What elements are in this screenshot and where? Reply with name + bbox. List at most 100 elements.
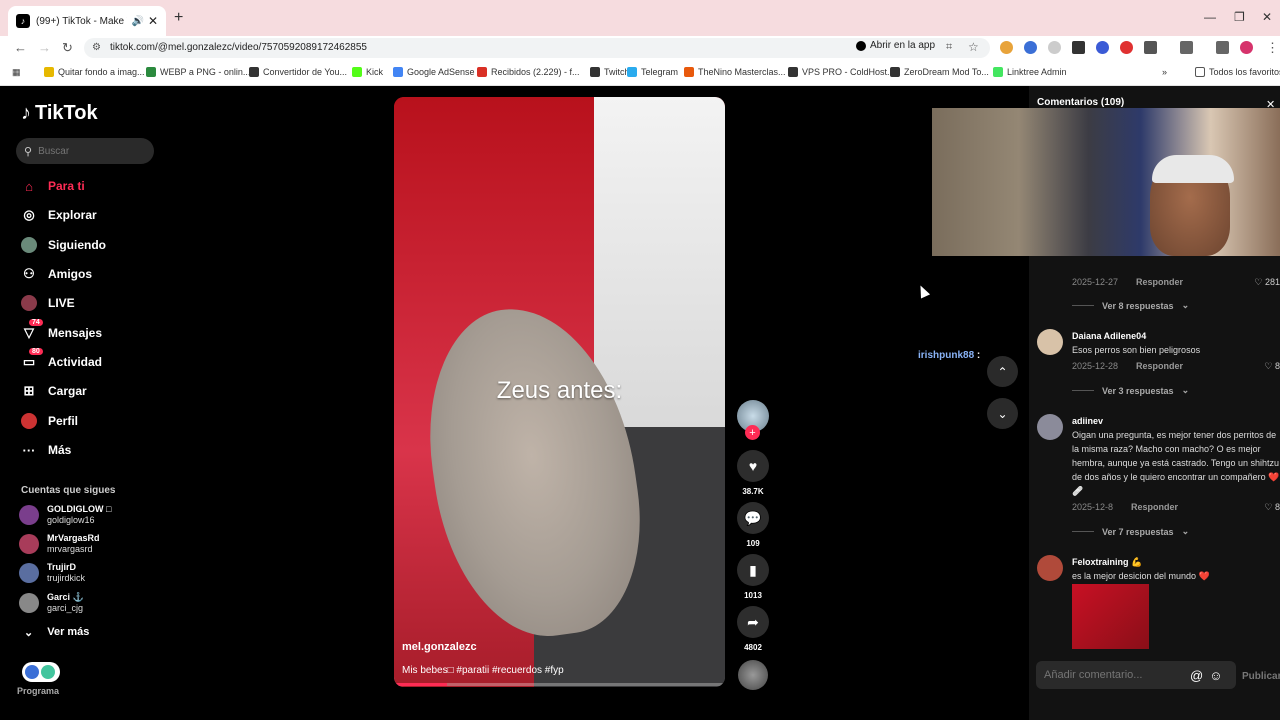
bookmark-link[interactable]: Linktree Admin: [993, 67, 1067, 77]
floating-app-pill[interactable]: [22, 662, 60, 682]
url-text[interactable]: tiktok.com/@mel.gonzalezc/video/75705920…: [110, 42, 367, 53]
extension-icon[interactable]: [1024, 41, 1037, 54]
extension-icon[interactable]: [1096, 41, 1109, 54]
view-replies-button[interactable]: Ver 8 respuestas ⌄: [1072, 300, 1189, 311]
video-player[interactable]: Zeus antes: mel.gonzalezc Mis bebes□ #pa…: [394, 97, 725, 687]
heart-icon[interactable]: ♥: [737, 450, 769, 482]
music-disc-avatar[interactable]: [738, 660, 768, 690]
commenter-avatar[interactable]: [1037, 414, 1063, 440]
followed-account[interactable]: GOLDIGLOW □ goldiglow16: [19, 504, 111, 526]
bookmark-link[interactable]: Quitar fondo a imag...: [44, 67, 145, 77]
comment-like-button[interactable]: ♡ 8: [1264, 500, 1280, 514]
apps-grid-icon[interactable]: ▦: [12, 67, 21, 78]
followed-account[interactable]: Garci ⚓ garci_cjg: [19, 592, 84, 614]
add-comment-box[interactable]: @ ☺: [1036, 661, 1236, 689]
video-description[interactable]: Mis bebes□ #paratii #recuerdos #fyp: [402, 665, 564, 676]
save-action[interactable]: ▮ 1013: [737, 554, 769, 600]
all-bookmarks-link[interactable]: Todos los favoritos: [1195, 67, 1280, 77]
video-author[interactable]: mel.gonzalezc: [402, 641, 477, 653]
comment-like-button[interactable]: ♡ 8: [1264, 359, 1280, 373]
bookmark-link[interactable]: TheNino Masterclas...: [684, 67, 786, 77]
cast-icon[interactable]: [1180, 41, 1193, 54]
add-comment-input[interactable]: [1044, 669, 1184, 681]
following-avatar-icon: [21, 237, 37, 253]
sidebar-item-siguiendo[interactable]: Siguiendo: [21, 235, 106, 255]
extension-icon[interactable]: [1048, 41, 1061, 54]
bookmark-link[interactable]: VPS PRO - ColdHost...: [788, 67, 895, 77]
bookmark-link[interactable]: Google AdSense: [393, 67, 475, 77]
sidebar-item-amigos[interactable]: ⚇ Amigos: [21, 264, 92, 284]
comment-action[interactable]: 💬 109: [737, 502, 769, 548]
tiktok-logo[interactable]: ♪ TikTok: [21, 102, 98, 125]
emoji-icon[interactable]: ☺: [1209, 668, 1222, 683]
sidebar-item-más[interactable]: ··· Más: [21, 440, 72, 460]
share-icon[interactable]: ➦: [737, 606, 769, 638]
back-icon[interactable]: ←: [14, 40, 27, 55]
reply-button[interactable]: Responder: [1131, 502, 1178, 512]
comment-meta: 2025-12-27 Responder ♡ 281: [1072, 275, 1280, 289]
commenter-avatar[interactable]: [1037, 555, 1063, 581]
video-progress-bar[interactable]: [394, 683, 725, 686]
comment-username[interactable]: adiinev: [1072, 414, 1280, 428]
new-tab-button[interactable]: +: [174, 9, 183, 27]
bookmark-link[interactable]: Recibidos (2.229) - f...: [477, 67, 580, 77]
site-info-icon[interactable]: ⚙: [92, 42, 101, 53]
next-video-button[interactable]: ⌄: [987, 398, 1018, 429]
like-action[interactable]: ♥ 38.7K: [737, 450, 769, 496]
browser-tab[interactable]: ♪ (99+) TikTok - Make Your Day 🔊 ✕: [8, 6, 166, 36]
search-input[interactable]: [38, 145, 139, 157]
comment-image-thumbnail[interactable]: [1072, 584, 1149, 649]
reload-icon[interactable]: ↻: [62, 40, 73, 56]
commenter-avatar[interactable]: [1037, 329, 1063, 355]
mention-icon[interactable]: @: [1190, 668, 1203, 683]
bookmark-star-icon[interactable]: ☆: [968, 40, 979, 54]
adblock-icon[interactable]: [1120, 41, 1133, 54]
bookmark-link[interactable]: WEBP a PNG - onlin...: [146, 67, 250, 77]
comment-username[interactable]: Daiana Adilene04: [1072, 329, 1280, 343]
extensions-puzzle-icon[interactable]: [1144, 41, 1157, 54]
sidebar-item-actividad[interactable]: ▭ 80 Actividad: [21, 348, 102, 372]
comment-username[interactable]: Feloxtraining 💪: [1072, 555, 1280, 569]
close-window-icon[interactable]: ✕: [1262, 10, 1272, 24]
comment-like-button[interactable]: ♡ 281: [1254, 275, 1280, 289]
forward-icon[interactable]: →: [38, 40, 51, 55]
translate-icon[interactable]: ⌗: [946, 41, 952, 54]
share-action[interactable]: ➦ 4802: [737, 606, 769, 652]
bookmark-icon[interactable]: ▮: [737, 554, 769, 586]
followed-account[interactable]: MrVargasRd mrvargasrd: [19, 533, 100, 555]
previous-video-button[interactable]: ⌃: [987, 356, 1018, 387]
speaker-icon[interactable]: 🔊: [131, 16, 143, 27]
view-replies-button[interactable]: Ver 3 respuestas ⌄: [1072, 385, 1189, 396]
more-bookmarks-icon[interactable]: »: [1162, 67, 1167, 77]
reply-button[interactable]: Responder: [1136, 361, 1183, 371]
sidebar-item-explorar[interactable]: ◎ Explorar: [21, 205, 96, 225]
extension-icon[interactable]: [1000, 41, 1013, 54]
sidebar-item-mensajes[interactable]: ▽ 74 Mensajes: [21, 319, 102, 343]
sidebar-item-para-ti[interactable]: ⌂ Para ti: [21, 176, 85, 196]
profile-avatar-icon[interactable]: [1240, 41, 1253, 54]
bookmark-link[interactable]: Telegram: [627, 67, 678, 77]
see-more-button[interactable]: ⌄ Ver más: [24, 626, 89, 639]
sidebar-item-live[interactable]: LIVE: [21, 293, 75, 313]
app-icon: [41, 665, 55, 679]
bookmark-link[interactable]: Twitch: [590, 67, 630, 77]
kebab-menu-icon[interactable]: ⋮: [1266, 40, 1279, 56]
publish-button[interactable]: Publicar: [1242, 671, 1280, 682]
sidebar-item-perfil[interactable]: Perfil: [21, 411, 78, 431]
followed-account[interactable]: TrujirD trujirdkick: [19, 562, 85, 584]
comment-icon[interactable]: 💬: [737, 502, 769, 534]
search-box[interactable]: ⚲: [16, 138, 154, 164]
media-icon[interactable]: [1216, 41, 1229, 54]
bookmark-link[interactable]: Convertidor de You...: [249, 67, 347, 77]
maximize-icon[interactable]: ❐: [1234, 10, 1245, 24]
extension-icon[interactable]: [1072, 41, 1085, 54]
bookmark-link[interactable]: Kick: [352, 67, 383, 77]
close-tab-icon[interactable]: ✕: [148, 14, 158, 28]
reply-button[interactable]: Responder: [1136, 277, 1183, 287]
sidebar-item-cargar[interactable]: ⊞ Cargar: [21, 381, 87, 401]
view-replies-button[interactable]: Ver 7 respuestas ⌄: [1072, 526, 1189, 537]
minimize-icon[interactable]: —: [1204, 10, 1216, 24]
open-in-app-button[interactable]: Abrir en la app: [856, 40, 935, 51]
bookmark-link[interactable]: ZeroDream Mod To...: [890, 67, 989, 77]
follow-plus-icon[interactable]: +: [745, 425, 760, 440]
